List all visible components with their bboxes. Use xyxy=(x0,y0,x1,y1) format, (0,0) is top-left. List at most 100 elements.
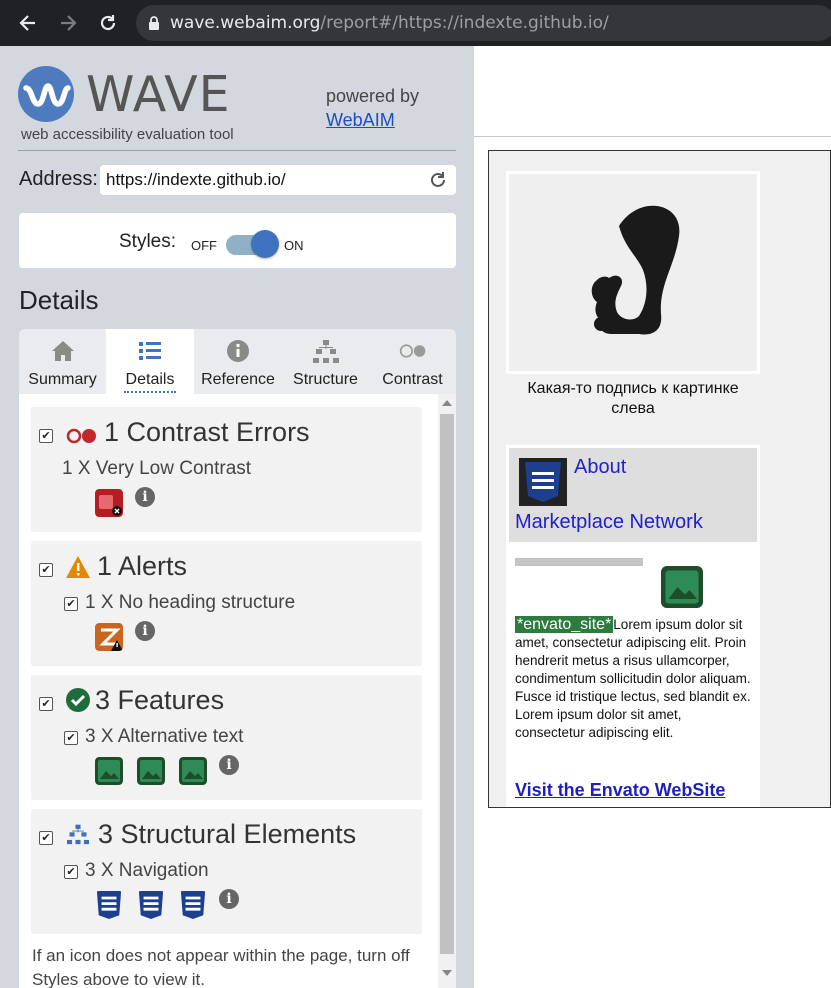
tab-label: Details xyxy=(124,371,176,393)
address-input[interactable] xyxy=(100,165,456,195)
contrast-errors-checkbox[interactable]: ✔ xyxy=(39,429,53,443)
url-path: /report#/https://indexte.github.io/ xyxy=(320,13,609,33)
wave-logo-icon xyxy=(18,66,74,122)
webaim-link[interactable]: WebAIM xyxy=(326,110,395,130)
navigation-item: 3 X Navigation xyxy=(85,860,209,881)
scroll-up-arrow[interactable] xyxy=(442,400,452,406)
check-circle-icon xyxy=(66,688,90,712)
contrast-errors-card: ✔ 1 Contrast Errors 1 X Very Low Contras… xyxy=(31,407,422,532)
navigation-structure-icon[interactable] xyxy=(179,891,207,919)
features-card: ✔ 3 Features ✔ 3 X Alternative text i xyxy=(31,675,422,800)
arrow-left-icon xyxy=(19,15,35,31)
alert-icon xyxy=(66,556,90,578)
contrast-error-icon xyxy=(66,428,96,444)
no-heading-checkbox[interactable]: ✔ xyxy=(64,597,78,611)
alt-text-checkbox[interactable]: ✔ xyxy=(64,731,78,745)
alerts-title: 1 Alerts xyxy=(97,551,188,581)
divider xyxy=(18,150,456,151)
powered-by-text: powered by xyxy=(326,86,420,106)
tab-label: Structure xyxy=(293,371,358,388)
footnote: If an icon does not appear within the pa… xyxy=(32,946,410,988)
wave-logo: WAVE web accessibility evaluation tool p… xyxy=(18,64,458,144)
tab-label: Summary xyxy=(28,371,97,388)
structural-title: 3 Structural Elements xyxy=(98,819,357,849)
lorem-paragraph: *envato_site* Lorem ipsum dolor sit amet,… xyxy=(513,615,755,742)
envato-site-tag: *envato_site* xyxy=(513,615,615,634)
forward-button[interactable] xyxy=(48,0,88,46)
info-icon[interactable]: i xyxy=(135,487,155,507)
url-text: wave.webaim.org/report#/https://indexte.… xyxy=(170,13,609,33)
sitemap-icon xyxy=(67,824,89,845)
alt-text-feature-icon[interactable] xyxy=(179,757,207,785)
squirrel-image xyxy=(506,171,760,374)
info-icon[interactable]: i xyxy=(135,621,155,641)
contrast-icon xyxy=(399,344,425,358)
alt-text-item: 3 X Alternative text xyxy=(85,726,244,747)
sitemap-icon xyxy=(312,340,339,363)
lorem-text: Lorem ipsum dolor sit amet, consectetur … xyxy=(515,617,751,740)
back-button[interactable] xyxy=(8,0,48,46)
alt-text-feature-icon[interactable] xyxy=(661,566,703,608)
no-heading-item: 1 X No heading structure xyxy=(85,592,296,613)
nav-about-link[interactable]: About xyxy=(574,456,626,479)
very-low-contrast-icon[interactable] xyxy=(95,489,123,517)
navigation-structure-icon[interactable] xyxy=(137,891,165,919)
reload-button[interactable] xyxy=(88,0,128,46)
arrow-right-icon xyxy=(61,15,77,31)
structural-checkbox[interactable]: ✔ xyxy=(39,831,53,845)
panel-scrollbar[interactable] xyxy=(438,394,456,988)
page-frame: Какая-то подпись к картинке слева About … xyxy=(488,150,831,808)
rendered-page: Какая-то подпись к картинке слева About … xyxy=(474,46,831,988)
styles-label: Styles: xyxy=(119,231,177,252)
details-heading: Details xyxy=(19,285,99,315)
features-title: 3 Features xyxy=(95,685,225,715)
tab-reference[interactable]: Reference xyxy=(194,329,282,394)
home-icon xyxy=(51,341,74,361)
no-heading-alert-icon[interactable] xyxy=(95,623,123,651)
details-panel: ✔ 1 Contrast Errors 1 X Very Low Contras… xyxy=(19,394,456,988)
tab-details[interactable]: Details xyxy=(106,329,194,394)
address-bar[interactable]: wave.webaim.org/report#/https://indexte.… xyxy=(136,5,831,41)
scroll-down-arrow[interactable] xyxy=(442,970,452,976)
alerts-card: ✔ 1 Alerts ✔ 1 X No heading structure i xyxy=(31,541,422,666)
browser-toolbar: wave.webaim.org/report#/https://indexte.… xyxy=(0,0,831,46)
nav-block: About Marketplace Network *envato_site* L… xyxy=(506,445,760,807)
visit-envato-link[interactable]: Visit the Envato WebSite xyxy=(515,780,725,801)
nav-marketplace-link[interactable]: Marketplace Network xyxy=(515,511,703,534)
tab-contrast[interactable]: Contrast xyxy=(369,329,456,394)
address-label: Address: xyxy=(19,168,98,190)
styles-on-label: ON xyxy=(284,238,304,253)
url-host: wave.webaim.org xyxy=(170,13,321,33)
styles-toggle-knob[interactable] xyxy=(251,230,279,258)
styles-off-label: OFF xyxy=(191,238,217,253)
lock-icon xyxy=(149,15,159,30)
alt-text-feature-icon[interactable] xyxy=(137,757,165,785)
logo-tagline: web accessibility evaluation tool xyxy=(21,126,234,143)
image-caption: Какая-то подпись к картинке слева xyxy=(527,380,739,417)
alt-text-feature-icon[interactable] xyxy=(95,757,123,785)
placeholder-bar xyxy=(515,558,643,566)
navigation-checkbox[interactable]: ✔ xyxy=(64,865,78,879)
tab-summary[interactable]: Summary xyxy=(19,329,106,394)
contrast-errors-item: 1 X Very Low Contrast xyxy=(62,458,252,479)
tab-bar: Summary Details Reference Structure Cont… xyxy=(19,329,456,394)
reload-icon xyxy=(100,15,116,31)
scroll-thumb[interactable] xyxy=(440,414,454,954)
navigation-structure-icon[interactable] xyxy=(95,891,123,919)
logo-wordmark: WAVE xyxy=(86,66,231,123)
powered-by: powered by WebAIM xyxy=(326,84,419,132)
tab-label: Contrast xyxy=(382,371,443,388)
info-icon xyxy=(227,340,249,362)
alerts-checkbox[interactable]: ✔ xyxy=(39,563,53,577)
nav-header: About Marketplace Network xyxy=(509,448,757,542)
squirrel-icon xyxy=(591,205,680,335)
features-checkbox[interactable]: ✔ xyxy=(39,697,53,711)
info-icon[interactable]: i xyxy=(219,889,239,909)
navigation-structure-icon[interactable] xyxy=(519,458,567,506)
info-icon[interactable]: i xyxy=(219,755,239,775)
refresh-icon[interactable] xyxy=(428,170,448,190)
contrast-errors-title: 1 Contrast Errors xyxy=(104,417,310,447)
tab-structure[interactable]: Structure xyxy=(282,329,369,394)
styles-toggle-box: Styles: OFF ON xyxy=(19,213,456,268)
tab-label: Reference xyxy=(201,371,275,388)
